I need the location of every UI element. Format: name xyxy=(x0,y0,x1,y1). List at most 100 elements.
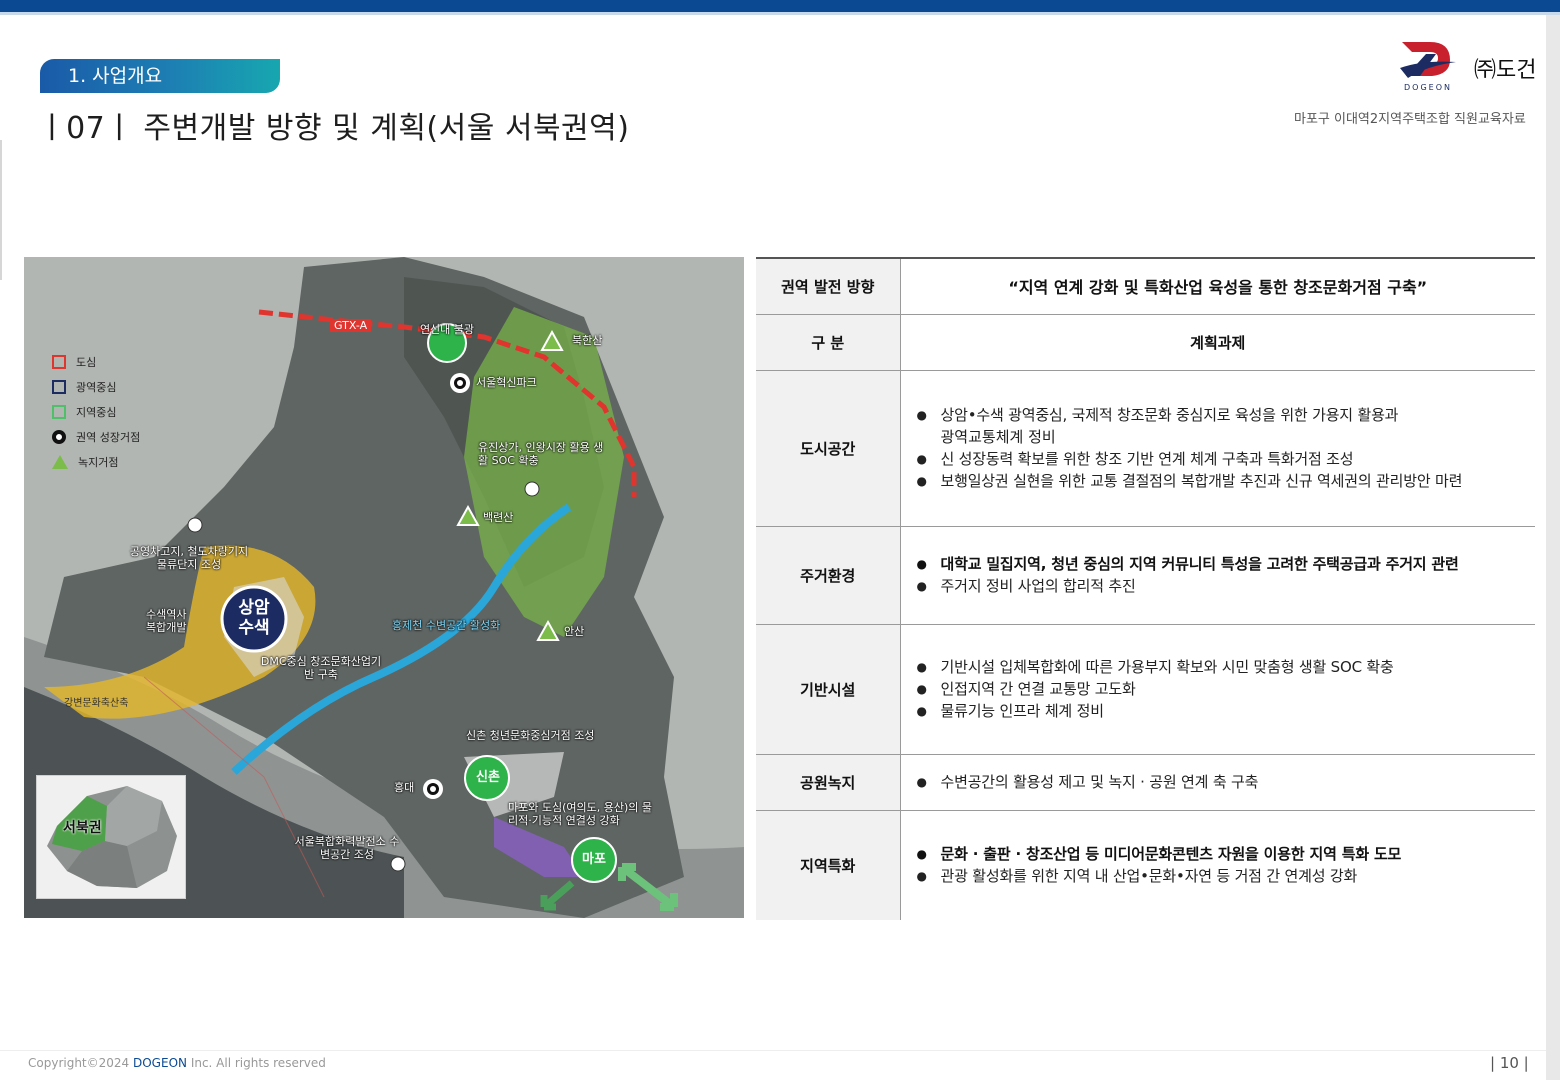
bullet-item: ● 수변공간의 활용성 제고 및 녹지 · 공원 연계 축 구축 xyxy=(917,771,1528,793)
copyright-brand: DOGEON xyxy=(133,1056,187,1070)
copyright-notice: Copyright©2024 DOGEON Inc. All rights re… xyxy=(28,1056,326,1070)
right-edge-band xyxy=(1546,15,1560,1080)
map-label-baengnyeonsan: 백련산 xyxy=(483,511,514,524)
table-row: 지역특화 ● 문화 · 출판 · 창조산업 등 미디어문화콘텐츠 자원을 이용한 … xyxy=(756,810,1535,920)
map-label-bukhansan: 북한산 xyxy=(572,334,603,347)
map-label-yujin: 유진상가, 인왕시장 활용 생활 SOC 확충 xyxy=(478,441,604,467)
table-row: 주거환경 ● 대학교 밀집지역, 청년 중심의 지역 커뮤니티 특성을 고려한 주… xyxy=(756,526,1535,625)
bullet-item: ● 상암•수색 광역중심, 국제적 창조문화 중심지로 육성을 위한 가용지 활용… xyxy=(917,404,1528,426)
bullet-icon: ● xyxy=(916,660,927,674)
table-header-row: 구 분 계획과제 xyxy=(756,314,1535,371)
category-cell: 공원녹지 xyxy=(756,754,901,811)
square-icon xyxy=(52,379,66,394)
map-label-mapo: 마포 xyxy=(582,852,606,867)
map-label-seoul-complex: 서울복합화력발전소 수변공간 조성 xyxy=(294,835,400,861)
legend-label: 녹지거점 xyxy=(78,455,119,469)
bullet-item: ● 관광 활성화를 위한 지역 내 산업•문화•자연 등 거점 간 연계성 강화 xyxy=(917,865,1528,887)
square-icon xyxy=(52,354,66,369)
map-label-hongdae: 홍대 xyxy=(394,781,415,794)
copyright-suffix: Inc. All rights reserved xyxy=(187,1056,326,1070)
top-accent-underline xyxy=(0,12,1560,15)
square-icon xyxy=(52,404,66,419)
seoul-districts-graphic xyxy=(47,786,177,888)
table-row-vision: 권역 발전 방향 “지역 연계 강화 및 특화산업 육성을 통한 창조문화거점 … xyxy=(756,257,1535,315)
plan-table: 권역 발전 방향 “지역 연계 강화 및 특화산업 육성을 통한 창조문화거점 … xyxy=(756,257,1535,920)
bullet-text: 대학교 밀집지역, 청년 중심의 지역 커뮤니티 특성을 고려한 주택공급과 주… xyxy=(940,555,1459,573)
map-label-dmc: DMC중심 창조문화산업기반 구축 xyxy=(260,655,382,681)
table-row: 기반시설 ● 기반시설 입체복합화에 따른 가용부지 확보와 시민 맞춤형 생활 … xyxy=(756,624,1535,755)
bullet-text: 관광 활성화를 위한 지역 내 산업•문화•자연 등 거점 간 연계성 강화 xyxy=(940,867,1358,886)
page-number: | 10 | xyxy=(1490,1054,1529,1072)
bullet-icon: ● xyxy=(916,775,927,789)
bullet-text: 물류기능 인프라 체계 정비 xyxy=(940,702,1105,720)
bullet-item: ● 인접지역 간 연결 교통망 고도화 xyxy=(917,678,1528,700)
column-header-category: 구 분 xyxy=(756,314,901,371)
map-legend: 도심 광역중심 지역중심 권역 성장거점 녹지거점 xyxy=(52,349,140,474)
vision-label: 권역 발전 방향 xyxy=(756,257,901,315)
legend-label: 광역중심 xyxy=(76,380,117,394)
bullet-text: 수변공간의 활용성 제고 및 녹지 · 공원 연계 축 구축 xyxy=(940,773,1259,791)
regional-plan-map: 도심 광역중심 지역중심 권역 성장거점 녹지거점 GTX-A 연신내 불광 북… xyxy=(24,257,744,918)
inset-label-seobuk: 서북권 xyxy=(63,820,102,836)
bullet-item: ● 기반시설 입체복합화에 따른 가용부지 확보와 시민 맞춤형 생활 SOC 확… xyxy=(917,656,1528,678)
copyright-prefix: Copyright©2024 xyxy=(28,1056,133,1070)
bullet-text: 문화 · 출판 · 창조산업 등 미디어문화콘텐츠 자원을 이용한 지역 특화 … xyxy=(940,845,1402,864)
map-label-sinchon-youth: 신촌 청년문화중심거점 조성 xyxy=(466,729,595,742)
legend-label: 지역중심 xyxy=(76,405,117,419)
triangle-icon xyxy=(52,454,68,469)
column-header-tasks: 계획과제 xyxy=(900,314,1535,371)
map-label-gtx: GTX-A xyxy=(330,319,372,332)
category-cell: 지역특화 xyxy=(756,810,901,920)
vision-statement: “지역 연계 강화 및 특화산업 육성을 통한 창조문화거점 구축” xyxy=(900,257,1535,315)
tasks-cell: ● 기반시설 입체복합화에 따른 가용부지 확보와 시민 맞춤형 생활 SOC 확… xyxy=(900,624,1535,755)
map-label-seoul-innovation-park: 서울혁신파크 xyxy=(476,376,537,389)
table-row: 공원녹지 ● 수변공간의 활용성 제고 및 녹지 · 공원 연계 축 구축 xyxy=(756,754,1535,811)
bullet-item: ● 물류기능 인프라 체계 정비 xyxy=(917,700,1528,722)
page-title: ㅣ07ㅣ 주변개발 방향 및 계획(서울 서북권역) xyxy=(38,111,630,146)
footer-divider xyxy=(0,1050,1546,1051)
document-subtitle: 마포구 이대역2지역주택조합 직원교육자료 xyxy=(1294,112,1526,127)
section-tab: 1. 사업개요 xyxy=(40,59,280,93)
tasks-cell: ● 상암•수색 광역중심, 국제적 창조문화 중심지로 육성을 위한 가용지 활용… xyxy=(900,370,1535,527)
bullet-text: 보행일상권 실현을 위한 교통 결절점의 복합개발 추진과 신규 역세권의 관리… xyxy=(940,472,1463,490)
seoul-inset-map: 서북권 xyxy=(36,775,186,899)
map-label-sangam-susaek: 상암 수색 xyxy=(238,598,270,638)
table-row: 도시공간 ● 상암•수색 광역중심, 국제적 창조문화 중심지로 육성을 위한 가… xyxy=(756,370,1535,527)
bullet-item: ● 문화 · 출판 · 창조산업 등 미디어문화콘텐츠 자원을 이용한 지역 특화… xyxy=(917,843,1528,865)
map-label-sinchon: 신촌 xyxy=(476,770,500,785)
legend-item-green-hub: 녹지거점 xyxy=(52,449,140,474)
bullet-item: ● 신 성장동력 확보를 위한 창조 기반 연계 체계 구축과 특화거점 조성 xyxy=(917,448,1528,470)
category-cell: 기반시설 xyxy=(756,624,901,755)
bullet-icon: ● xyxy=(916,682,927,696)
bullet-text: 주거지 정비 사업의 합리적 추진 xyxy=(940,577,1136,595)
bullet-icon: ● xyxy=(916,474,927,488)
bullet-icon: ● xyxy=(916,847,927,862)
bullet-text: 상암•수색 광역중심, 국제적 창조문화 중심지로 육성을 위한 가용지 활용과 xyxy=(940,406,1399,424)
map-label-gangbyeon: 강변문화축산축 xyxy=(64,698,129,709)
bullet-text: 신 성장동력 확보를 위한 창조 기반 연계 체계 구축과 특화거점 조성 xyxy=(940,450,1354,468)
bullet-item: ● 대학교 밀집지역, 청년 중심의 지역 커뮤니티 특성을 고려한 주택공급과 … xyxy=(917,553,1528,575)
company-logo: DOGEON xyxy=(1396,38,1460,94)
bullet-icon: ● xyxy=(916,579,927,593)
svg-text:DOGEON: DOGEON xyxy=(1404,83,1452,92)
bullet-text: 기반시설 입체복합화에 따른 가용부지 확보와 시민 맞춤형 생활 SOC 확충 xyxy=(940,658,1394,676)
legend-item-dosim: 도심 xyxy=(52,349,140,374)
legend-item-jiyeok: 지역중심 xyxy=(52,399,140,424)
legend-label: 권역 성장거점 xyxy=(76,430,141,444)
tasks-cell: ● 수변공간의 활용성 제고 및 녹지 · 공원 연계 축 구축 xyxy=(900,754,1535,811)
bullet-icon: ● xyxy=(916,408,927,422)
tasks-cell: ● 대학교 밀집지역, 청년 중심의 지역 커뮤니티 특성을 고려한 주택공급과 … xyxy=(900,526,1535,625)
map-label-mapo-link: 마포와 도심(여의도, 용산)의 물리적·기능적 연결성 강화 xyxy=(508,801,653,827)
bullet-continuation: 광역교통체계 정비 xyxy=(940,428,1056,446)
map-label-hongje: 홍제천 수변공간 활성화 xyxy=(392,619,501,632)
map-label-garage: 공영차고지, 철도차량기지 물류단지 조성 xyxy=(129,545,249,571)
category-cell: 도시공간 xyxy=(756,370,901,527)
legend-item-growth-hub: 권역 성장거점 xyxy=(52,424,140,449)
map-label-ansan: 안산 xyxy=(564,625,585,638)
target-icon xyxy=(52,429,66,444)
bullet-icon: ● xyxy=(916,452,927,466)
map-label-yeonsinnae: 연신내 불광 xyxy=(419,323,475,336)
bullet-icon: ● xyxy=(916,704,927,718)
left-edge-mark xyxy=(0,140,2,280)
bullet-icon: ● xyxy=(916,869,927,884)
